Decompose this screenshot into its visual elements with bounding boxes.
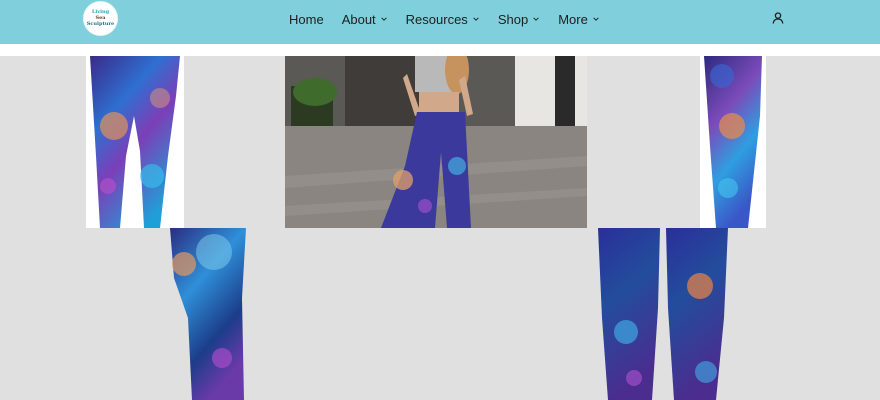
gallery-image-leggings-back-left[interactable] xyxy=(170,228,246,400)
nav-item-about[interactable]: About xyxy=(342,12,388,27)
logo-line-3: Sculpture xyxy=(86,21,115,27)
site-header: Living Sea Sculpture Home About Resource… xyxy=(0,0,880,44)
nav-item-home[interactable]: Home xyxy=(289,12,324,27)
chevron-down-icon xyxy=(533,17,539,21)
gallery-image-leggings-front[interactable] xyxy=(86,56,184,228)
nav-label-resources: Resources xyxy=(405,11,468,27)
nav-label-about: About xyxy=(341,11,376,27)
product-image-gallery xyxy=(0,56,880,400)
gallery-image-leggings-side[interactable] xyxy=(700,56,766,228)
header-spacer xyxy=(0,44,880,56)
nav-item-resources[interactable]: Resources xyxy=(406,12,480,27)
chevron-down-icon xyxy=(593,17,599,21)
nav-item-more[interactable]: More xyxy=(558,12,600,27)
user-icon[interactable] xyxy=(772,12,784,24)
nav-item-shop[interactable]: Shop xyxy=(498,12,540,27)
gallery-image-leggings-back-right[interactable] xyxy=(596,228,730,400)
gallery-image-model-street[interactable] xyxy=(285,56,587,228)
nav-label-more: More xyxy=(558,11,588,27)
site-logo[interactable]: Living Sea Sculpture xyxy=(83,1,118,36)
chevron-down-icon xyxy=(473,17,479,21)
main-nav: Home About Resources Shop More xyxy=(289,10,618,28)
nav-label-home: Home xyxy=(289,11,324,27)
chevron-down-icon xyxy=(380,17,387,21)
nav-label-shop: Shop xyxy=(497,11,529,27)
